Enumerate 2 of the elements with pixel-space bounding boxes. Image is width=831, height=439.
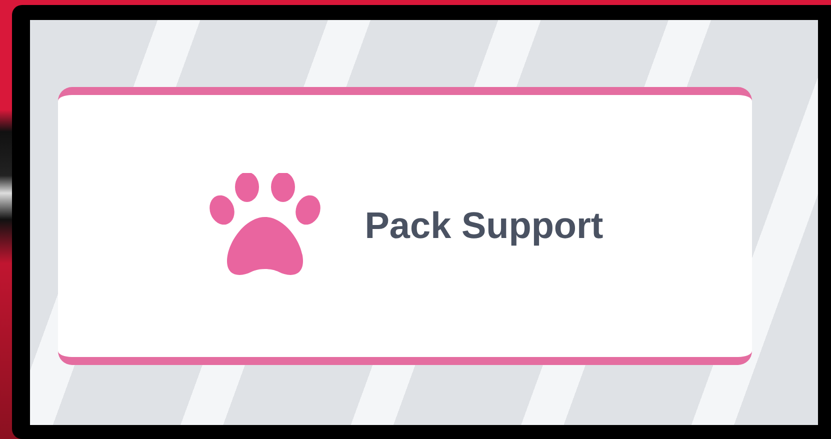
support-card[interactable]: Pack Support — [58, 87, 752, 365]
card-label: Pack Support — [364, 205, 604, 247]
